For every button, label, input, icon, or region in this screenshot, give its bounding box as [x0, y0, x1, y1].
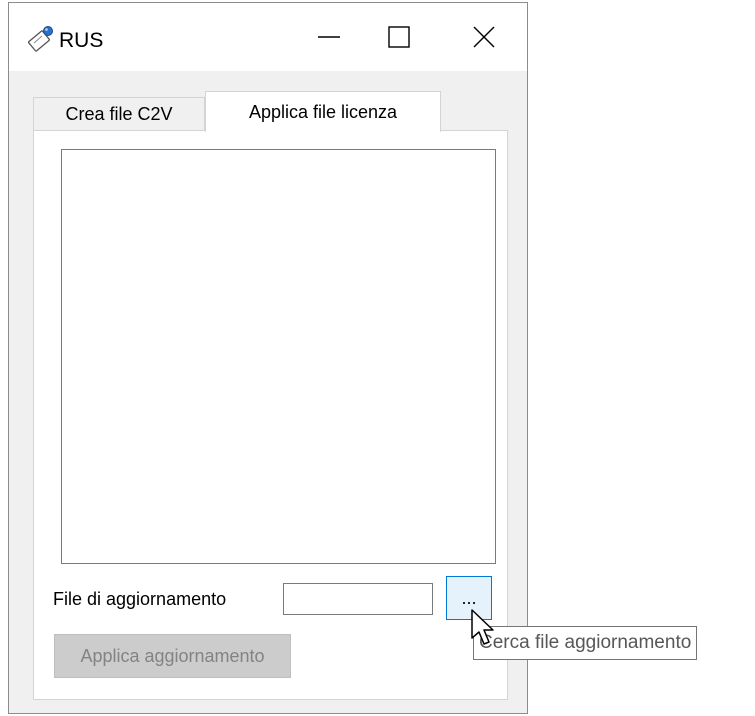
tab-panel-applica: File di aggiornamento ... Applica aggior…	[33, 130, 508, 700]
browse-tooltip: Cerca file aggiornamento	[473, 626, 698, 660]
key-certificate-icon	[28, 26, 53, 52]
window-title: RUS	[59, 29, 104, 52]
file-path-input[interactable]	[283, 583, 433, 615]
tab-applica-file-licenza[interactable]: Applica file licenza	[205, 91, 441, 132]
close-icon	[473, 26, 495, 48]
minimize-icon	[318, 36, 340, 38]
file-field-label: File di aggiornamento	[53, 589, 227, 609]
mouse-cursor-icon	[471, 609, 494, 645]
maximize-icon	[388, 26, 410, 48]
maximize-button[interactable]	[354, 3, 444, 71]
tab-crea-file-c2v[interactable]: Crea file C2V	[33, 97, 205, 131]
close-button[interactable]	[439, 3, 529, 71]
screen: RUS Crea file C2V Applica file licenza F…	[0, 0, 755, 716]
app-window: RUS Crea file C2V Applica file licenza F…	[8, 2, 528, 714]
apply-update-button[interactable]: Applica aggiornamento	[54, 634, 291, 678]
title-bar[interactable]: RUS	[9, 3, 527, 71]
license-log-area[interactable]	[61, 149, 496, 564]
